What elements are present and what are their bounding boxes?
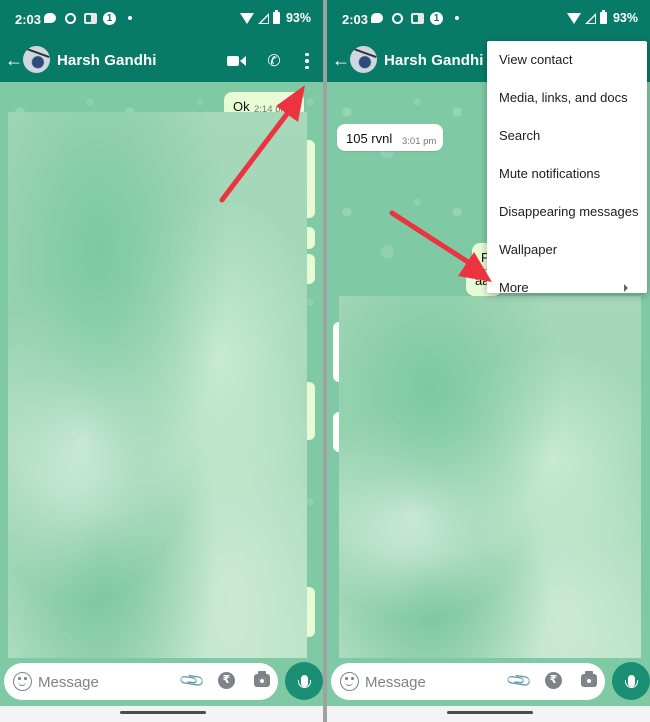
back-arrow-icon[interactable]: ← [331,50,351,72]
notification-count-badge: 1 [430,11,443,25]
status-bar: 2:03 1 93% [0,0,323,38]
wifi-icon [566,12,581,24]
contact-name[interactable]: Harsh Gandhi [384,52,484,69]
blurred-messages [8,112,307,658]
top-bar: 2:03 1 93% ← Harsh Gandhi ✆ [0,0,323,82]
battery-icon [272,10,280,24]
camera-icon[interactable] [581,671,597,687]
chat-notification-icon [370,11,384,25]
chat-area[interactable]: Ok 2:14 pm [0,82,323,658]
message-bubble-edge [307,227,315,249]
contact-avatar[interactable] [350,46,377,73]
status-time: 2:03 [342,12,369,27]
history-icon [63,11,77,25]
video-call-icon[interactable] [226,51,246,71]
payment-rupee-icon[interactable]: ₹ [218,672,235,689]
message-bubble-incoming[interactable]: 105 rvnl 3:01 pm [337,124,443,151]
notification-count-badge: 1 [103,11,116,25]
menu-item-more[interactable]: More [487,269,647,307]
wifi-icon [239,12,254,24]
menu-item-view-contact[interactable]: View contact [487,41,647,79]
menu-item-more-label: More [499,280,529,295]
emoji-icon[interactable] [13,672,32,691]
system-icons: 93% [239,10,311,25]
chat-notification-icon [43,11,57,25]
blurred-messages [339,296,641,658]
gesture-nav-bar [0,706,323,722]
history-icon [390,11,404,25]
message-bubble-edge [307,587,315,637]
voice-message-button[interactable] [285,662,323,700]
payment-rupee-icon[interactable]: ₹ [545,672,562,689]
phone-screen-right: 2:03 1 93% ← Harsh Gandhi 105 rvnl 3:01 … [327,0,650,722]
message-field[interactable]: 📎 ₹ [4,663,278,700]
overflow-menu: View contact Media, links, and docs Sear… [487,41,647,295]
menu-item-mute-notifications[interactable]: Mute notifications [487,155,647,193]
notification-icons: 1 [370,11,459,25]
voice-call-icon[interactable]: ✆ [264,51,284,71]
attachment-icon[interactable]: 📎 [178,667,207,696]
menu-item-media-links-docs[interactable]: Media, links, and docs [487,79,647,117]
more-options-icon[interactable] [297,51,317,71]
message-time: 3:01 pm [402,136,437,147]
home-handle[interactable] [447,711,533,714]
camera-icon[interactable] [254,671,270,687]
notification-icons: 1 [43,11,132,25]
contact-name[interactable]: Harsh Gandhi [57,52,157,69]
message-bubble-edge [307,382,315,440]
menu-item-wallpaper[interactable]: Wallpaper [487,231,647,269]
message-text: 105 rvnl [346,131,393,146]
chat-header: ← Harsh Gandhi ✆ [0,40,323,82]
contact-avatar[interactable] [23,46,50,73]
microphone-icon [297,675,311,688]
message-bubble-edge [307,254,315,284]
attachment-icon[interactable]: 📎 [505,667,534,696]
system-icons: 93% [566,10,638,25]
message-field[interactable]: 📎 ₹ [331,663,605,700]
menu-item-search[interactable]: Search [487,117,647,155]
signal-icon [257,12,269,24]
message-input[interactable] [38,671,168,693]
status-time: 2:03 [15,12,42,27]
submenu-arrow-icon [624,284,628,292]
composer-bar: 📎 ₹ [0,658,323,706]
emoji-icon[interactable] [340,672,359,691]
more-notifications-dot [128,16,132,20]
microphone-icon [624,675,638,688]
signal-icon [584,12,596,24]
message-bubble-edge [307,140,315,218]
home-handle[interactable] [120,711,206,714]
message-input[interactable] [365,671,495,693]
status-bar: 2:03 1 93% [327,0,650,38]
outlook-icon [83,11,97,25]
voice-message-button[interactable] [612,662,650,700]
outlook-icon [410,11,424,25]
battery-percent: 93% [285,11,311,25]
battery-percent: 93% [612,11,638,25]
composer-bar: 📎 ₹ [327,658,650,706]
battery-icon [599,10,607,24]
back-arrow-icon[interactable]: ← [4,50,24,72]
gesture-nav-bar [327,706,650,722]
more-notifications-dot [455,16,459,20]
menu-item-disappearing-messages[interactable]: Disappearing messages [487,193,647,231]
phone-screen-left: 2:03 1 93% ← Harsh Gandhi ✆ Ok 2:14 pm M… [0,0,323,722]
